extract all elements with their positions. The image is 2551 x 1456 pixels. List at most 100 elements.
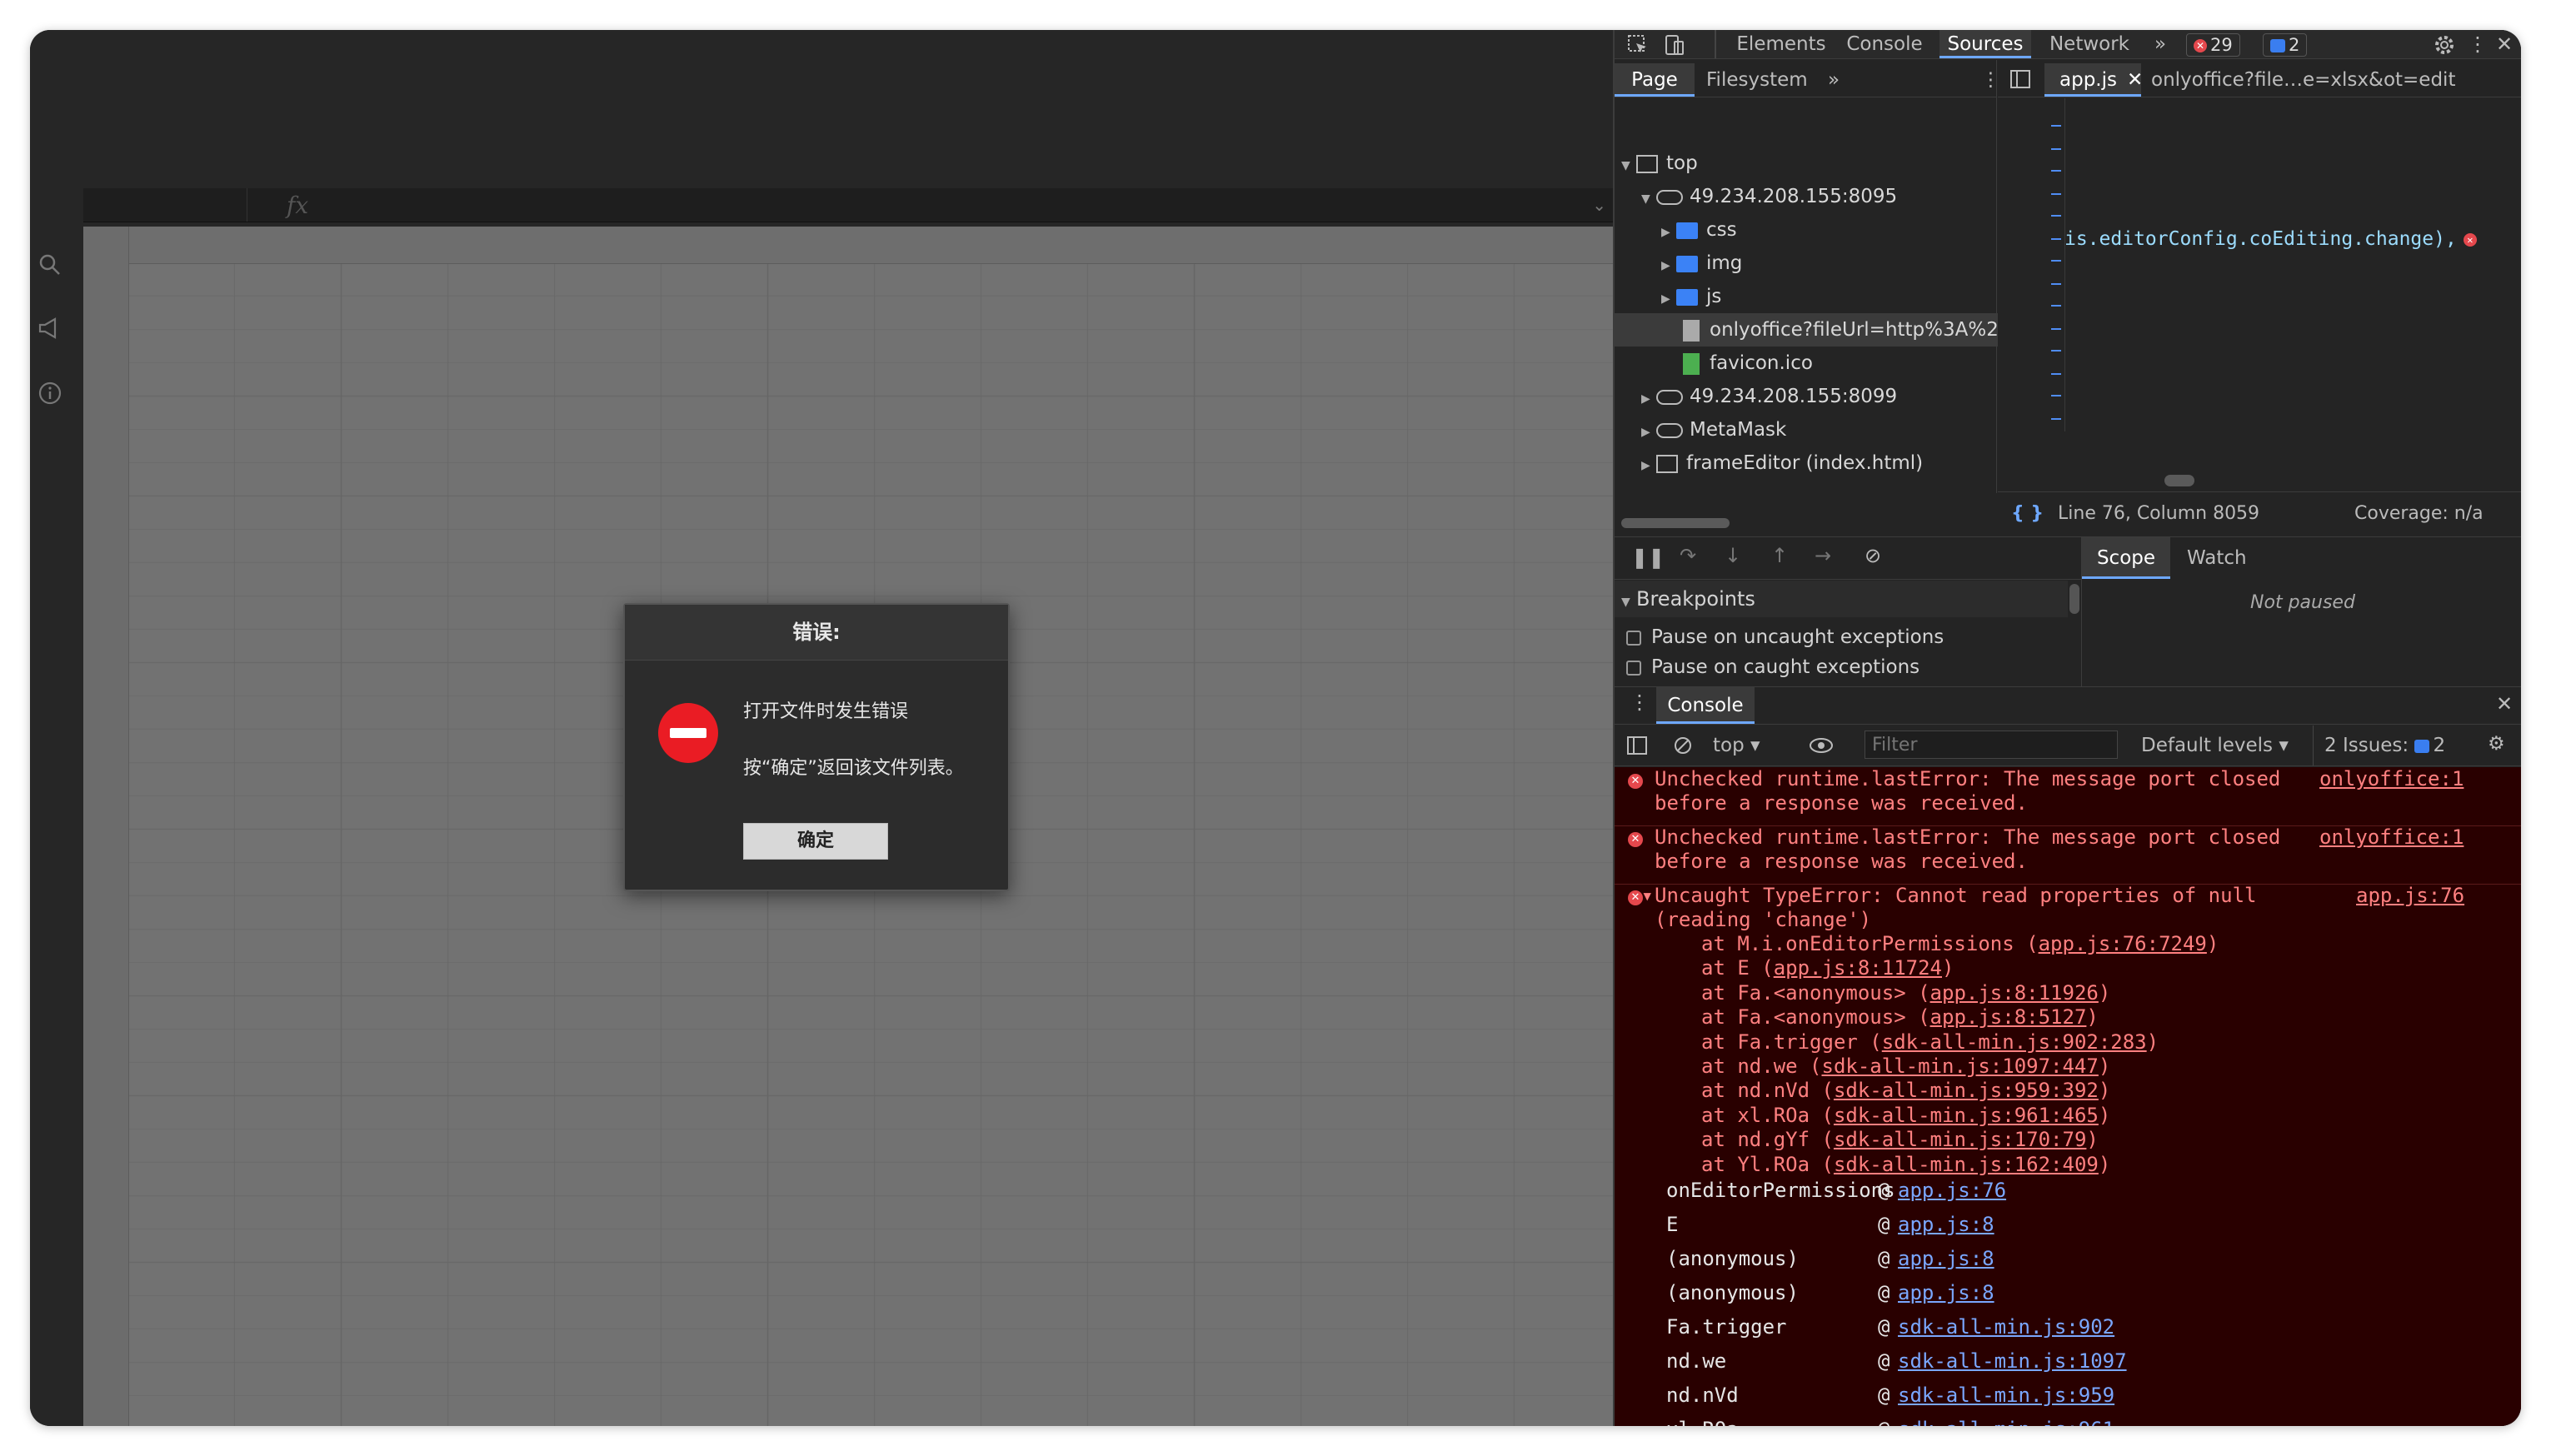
step-into-icon[interactable]: ↓ — [1725, 544, 1741, 567]
at-symbol: @ — [1878, 1179, 1890, 1202]
chevron-down-icon[interactable]: ⌄ — [1592, 195, 1606, 215]
issues-button[interactable]: 2 Issues: 2 — [2324, 726, 2445, 765]
device-toggle-icon[interactable] — [1663, 33, 1686, 57]
console-filter-input[interactable] — [1865, 730, 2118, 759]
breakpoints-header[interactable]: ▼ Breakpoints — [1615, 581, 2068, 617]
not-paused-label: Not paused — [2250, 592, 2355, 613]
stack-frame-link[interactable]: sdk-all-min.js:170:79 — [1834, 1128, 2086, 1151]
issue-count-badge[interactable]: 2 — [2263, 33, 2308, 57]
tree-item-host-8099[interactable]: ▶ 49.234.208.155:8099 — [1615, 380, 2023, 413]
horizontal-scrollbar[interactable] — [1621, 518, 1730, 528]
console-uncaught-error[interactable]: ✕ ▾ Uncaught TypeError: Cannot read prop… — [1615, 884, 2521, 1426]
pause-uncaught-option[interactable]: Pause on uncaught exceptions — [1626, 624, 1944, 651]
deactivate-breakpoints-icon[interactable]: ⊘ — [1865, 544, 1881, 567]
gear-icon[interactable] — [2433, 33, 2456, 57]
at-symbol: @ — [1878, 1349, 1890, 1373]
tree-item-js[interactable]: ▶ js — [1615, 280, 2043, 313]
collapse-arrow-icon: ▶ — [1661, 292, 1670, 306]
tab-elements[interactable]: Elements — [1731, 30, 1831, 58]
more-tabs-button[interactable]: » — [2148, 30, 2173, 58]
call-stack-link[interactable]: sdk-all-min.js:961 — [1898, 1418, 2114, 1426]
editor-toolbar-area — [30, 30, 1613, 188]
vertical-scrollbar[interactable] — [2069, 584, 2079, 614]
call-stack-link[interactable]: sdk-all-min.js:902 — [1898, 1315, 2114, 1339]
close-icon[interactable]: ✕ — [2127, 69, 2143, 91]
console-error-message[interactable]: ✕ Unchecked runtime.lastError: The messa… — [1615, 767, 2521, 826]
code-line[interactable]: is.editorConfig.coEditing.change), ✕ — [2064, 228, 2480, 250]
error-count-badge[interactable]: ✕ 29 — [2186, 33, 2240, 57]
coverage-status: Coverage: n/a — [2354, 503, 2484, 524]
call-stack-link[interactable]: app.js:76 — [1898, 1179, 2006, 1202]
stack-frame-link[interactable]: sdk-all-min.js:959:392 — [1834, 1079, 2099, 1102]
tab-scope[interactable]: Scope — [2082, 537, 2170, 579]
tree-item-onlyoffice[interactable]: onlyoffice?fileUrl=http%3A%2 — [1615, 313, 2064, 347]
tab-watch[interactable]: Watch — [2187, 537, 2247, 579]
kebab-menu-icon[interactable]: ⋮ — [1630, 691, 1650, 714]
toggle-navigator-icon[interactable] — [2009, 68, 2031, 90]
step-icon[interactable]: → — [1815, 544, 1831, 567]
tab-app-js[interactable]: app.js ✕ — [2044, 63, 2143, 97]
tab-filesystem[interactable]: Filesystem — [1706, 63, 1808, 97]
step-out-icon[interactable]: ↑ — [1771, 544, 1788, 567]
close-icon[interactable]: ✕ — [2496, 692, 2513, 716]
tree-item-favicon[interactable]: favicon.ico — [1615, 347, 2064, 380]
call-stack-link[interactable]: app.js:8 — [1898, 1213, 1994, 1236]
expand-arrow-icon: ▼ — [1621, 596, 1630, 609]
tree-item-frame-editor[interactable]: ▶ frameEditor (index.html) — [1615, 446, 2023, 480]
stack-frame-link[interactable]: sdk-all-min.js:961:465 — [1834, 1104, 2099, 1127]
tab-network[interactable]: Network — [2039, 30, 2139, 58]
checkbox[interactable] — [1626, 660, 1641, 676]
close-icon[interactable]: ✕ — [2496, 30, 2513, 58]
source-link[interactable]: onlyoffice:1 — [2319, 767, 2464, 790]
call-stack-link[interactable]: app.js:8 — [1898, 1247, 1994, 1270]
stack-frame-link[interactable]: app.js:76:7249 — [2039, 932, 2207, 955]
tab-onlyoffice[interactable]: onlyoffice?file…e=xlsx&ot=edit — [2151, 63, 2455, 97]
eye-icon[interactable] — [1808, 735, 1835, 755]
tab-console[interactable]: Console — [1838, 30, 1931, 58]
name-box[interactable] — [83, 188, 247, 222]
stack-frame-link[interactable]: app.js:8:5127 — [1930, 1005, 2087, 1029]
line-gutter[interactable] — [1998, 98, 2065, 431]
call-stack-link[interactable]: sdk-all-min.js:959 — [1898, 1384, 2114, 1407]
stack-frame-link[interactable]: sdk-all-min.js:902:283 — [1882, 1030, 2147, 1054]
call-stack-link[interactable]: sdk-all-min.js:1097 — [1898, 1349, 2127, 1373]
search-icon[interactable] — [37, 252, 63, 278]
step-over-icon[interactable]: ↷ — [1680, 544, 1696, 567]
horizontal-scrollbar[interactable] — [2164, 475, 2194, 486]
file-navigator: Page Filesystem » ⋮ ▼ top ▼ 49.234.208.155… — [1615, 60, 2064, 528]
kebab-menu-icon[interactable]: ⋮ — [2468, 30, 2488, 58]
expand-arrow-icon[interactable]: ▾ — [1641, 884, 1653, 907]
pause-icon[interactable]: ❚❚ — [1631, 546, 1665, 569]
fx-icon[interactable]: fx — [287, 192, 308, 219]
gear-icon[interactable]: ⚙ — [2488, 724, 2505, 764]
stack-frame-link[interactable]: app.js:8:11724 — [1774, 956, 1942, 980]
call-stack-link[interactable]: app.js:8 — [1898, 1281, 1994, 1304]
stack-frame-link[interactable]: sdk-all-min.js:1097:447 — [1822, 1055, 2099, 1078]
tree-item-host-8095[interactable]: ▼ 49.234.208.155:8095 — [1615, 180, 2023, 213]
sidebar-toggle-icon[interactable] — [1626, 735, 1648, 755]
megaphone-icon[interactable] — [37, 315, 63, 342]
tab-sources[interactable]: Sources — [1939, 30, 2031, 58]
pause-caught-option[interactable]: Pause on caught exceptions — [1626, 654, 1919, 681]
tab-page[interactable]: Page — [1615, 63, 1695, 97]
console-error-message[interactable]: ✕ Unchecked runtime.lastError: The messa… — [1615, 825, 2521, 885]
source-link[interactable]: app.js:76 — [2356, 884, 2464, 907]
inspect-element-icon[interactable] — [1626, 33, 1650, 57]
tree-item-img[interactable]: ▶ img — [1615, 247, 2043, 280]
formula-bar: fx ⌄ — [83, 188, 1613, 222]
log-levels-dropdown[interactable]: Default levels ▾ — [2141, 726, 2289, 765]
context-selector[interactable]: top ▾ — [1713, 726, 1760, 765]
tree-item-css[interactable]: ▶ css — [1615, 213, 2043, 247]
stack-frame-link[interactable]: app.js:8:11926 — [1930, 981, 2099, 1005]
tab-console-drawer[interactable]: Console — [1656, 687, 1755, 724]
pretty-print-icon[interactable]: { } — [2011, 492, 2044, 536]
navigator-more-button[interactable]: » — [1828, 63, 1840, 97]
tree-item-top[interactable]: ▼ top — [1615, 147, 2003, 180]
info-icon[interactable] — [37, 380, 63, 406]
stack-frame-link[interactable]: sdk-all-min.js:162:409 — [1834, 1153, 2099, 1176]
tree-item-metamask[interactable]: ▶ MetaMask — [1615, 413, 2023, 446]
checkbox[interactable] — [1626, 630, 1641, 646]
ok-button[interactable]: 确定 — [743, 823, 888, 860]
clear-console-icon[interactable] — [1673, 735, 1693, 755]
source-link[interactable]: onlyoffice:1 — [2319, 825, 2464, 849]
